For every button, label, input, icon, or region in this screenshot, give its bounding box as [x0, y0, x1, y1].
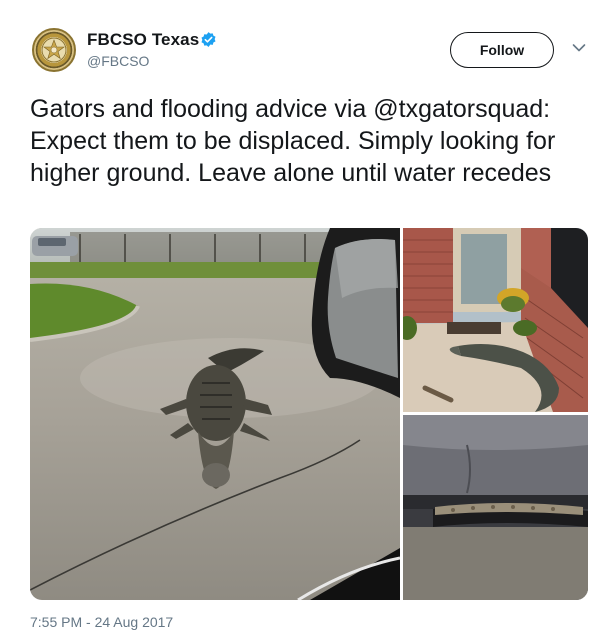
alligator-porch-photo[interactable] [403, 228, 588, 412]
verified-badge-icon [201, 32, 216, 47]
avatar[interactable] [32, 28, 76, 72]
alligator-road-photo[interactable] [30, 228, 400, 600]
user-handle[interactable]: @FBCSO [87, 53, 149, 69]
chevron-down-icon[interactable] [572, 43, 586, 53]
tweet-text: Gators and flooding advice via @txgators… [30, 95, 556, 187]
follow-button[interactable]: Follow [450, 32, 554, 68]
display-name[interactable]: FBCSO Texas [87, 30, 199, 50]
media-grid [30, 228, 588, 600]
tweet-timestamp[interactable]: 7:55 PM - 24 Aug 2017 [30, 614, 173, 630]
sheriff-badge-icon [41, 37, 67, 63]
alligator-under-car-photo[interactable] [403, 415, 588, 600]
